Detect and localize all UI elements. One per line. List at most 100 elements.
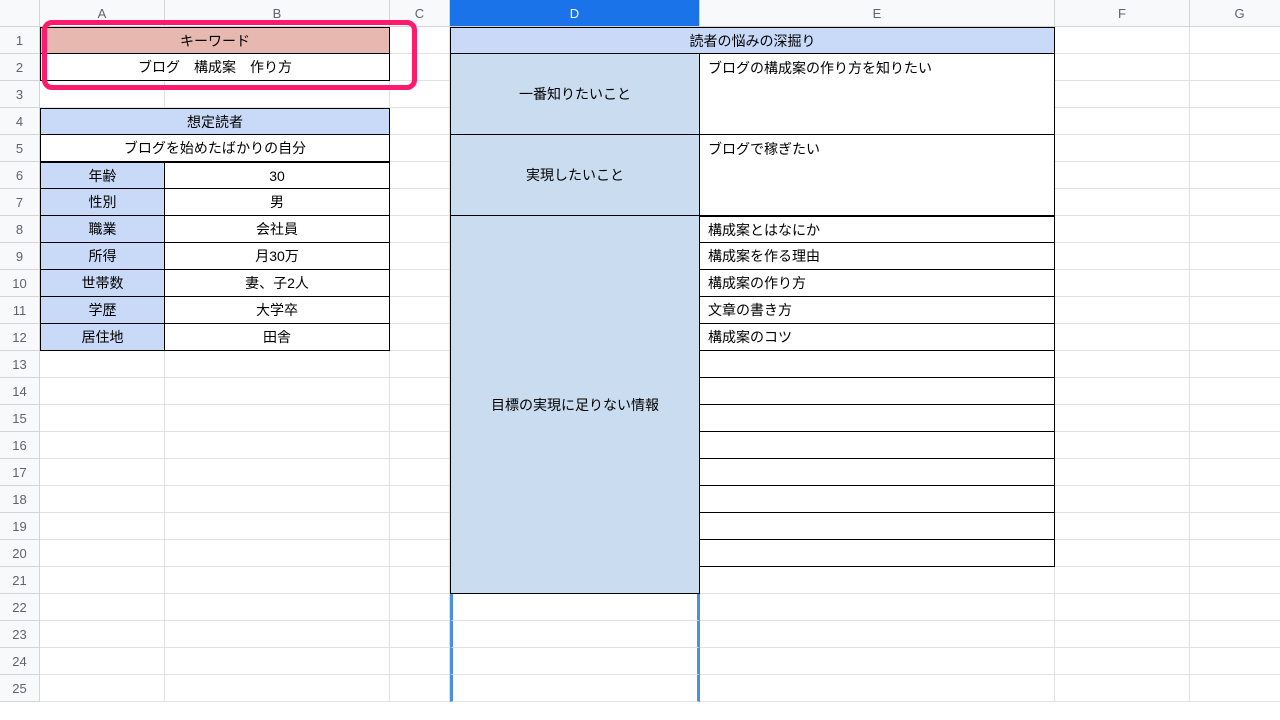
cell-F8[interactable] (1055, 216, 1190, 243)
needs-section1-value[interactable]: ブログの構成案の作り方を知りたい (700, 54, 1055, 81)
cell-A15[interactable] (40, 405, 165, 432)
cell-D24[interactable] (450, 648, 700, 675)
cell-G7[interactable] (1190, 189, 1280, 216)
cell-C1[interactable] (390, 27, 450, 54)
cell-C18[interactable] (390, 486, 450, 513)
keyword-value[interactable]: ブログ 構成案 作り方 (40, 54, 390, 81)
cell-C8[interactable] (390, 216, 450, 243)
cell-G13[interactable] (1190, 351, 1280, 378)
row-header-22[interactable]: 22 (0, 594, 40, 621)
cell-G17[interactable] (1190, 459, 1280, 486)
cell-F21[interactable] (1055, 567, 1190, 594)
cell-G9[interactable] (1190, 243, 1280, 270)
cell-G19[interactable] (1190, 513, 1280, 540)
row-header-11[interactable]: 11 (0, 297, 40, 324)
cell-A24[interactable] (40, 648, 165, 675)
cell-F1[interactable] (1055, 27, 1190, 54)
row-header-14[interactable]: 14 (0, 378, 40, 405)
cell-G24[interactable] (1190, 648, 1280, 675)
cell-G3[interactable] (1190, 81, 1280, 108)
cell-F7[interactable] (1055, 189, 1190, 216)
cell-F11[interactable] (1055, 297, 1190, 324)
cell-A17[interactable] (40, 459, 165, 486)
cell-F17[interactable] (1055, 459, 1190, 486)
cell-A19[interactable] (40, 513, 165, 540)
cell-C5[interactable] (390, 135, 450, 162)
cell-F18[interactable] (1055, 486, 1190, 513)
cell-A20[interactable] (40, 540, 165, 567)
cell-C14[interactable] (390, 378, 450, 405)
row-header-5[interactable]: 5 (0, 135, 40, 162)
cell-G16[interactable] (1190, 432, 1280, 459)
needs-missing-row-19[interactable] (700, 513, 1055, 540)
cell-D22[interactable] (450, 594, 700, 621)
cell-B24[interactable] (165, 648, 390, 675)
cell-G20[interactable] (1190, 540, 1280, 567)
row-header-20[interactable]: 20 (0, 540, 40, 567)
cell-G23[interactable] (1190, 621, 1280, 648)
cell-C21[interactable] (390, 567, 450, 594)
cell-B13[interactable] (165, 351, 390, 378)
cell-F20[interactable] (1055, 540, 1190, 567)
row-header-21[interactable]: 21 (0, 567, 40, 594)
row-header-3[interactable]: 3 (0, 81, 40, 108)
cell-C25[interactable] (390, 675, 450, 702)
cell-A21[interactable] (40, 567, 165, 594)
cell-B3[interactable] (165, 81, 390, 108)
needs-missing-row-12[interactable]: 構成案のコツ (700, 324, 1055, 351)
cell-A18[interactable] (40, 486, 165, 513)
row-header-2[interactable]: 2 (0, 54, 40, 81)
cell-G11[interactable] (1190, 297, 1280, 324)
profile-label-7[interactable]: 性別 (40, 189, 165, 216)
cell-C13[interactable] (390, 351, 450, 378)
needs-missing-row-9[interactable]: 構成案を作る理由 (700, 243, 1055, 270)
cell-G2[interactable] (1190, 54, 1280, 81)
cell-G8[interactable] (1190, 216, 1280, 243)
cell-C17[interactable] (390, 459, 450, 486)
cell-C11[interactable] (390, 297, 450, 324)
row-header-24[interactable]: 24 (0, 648, 40, 675)
cell-E23[interactable] (700, 621, 1055, 648)
cell-A22[interactable] (40, 594, 165, 621)
row-header-8[interactable]: 8 (0, 216, 40, 243)
needs-missing-row-15[interactable] (700, 405, 1055, 432)
row-header-23[interactable]: 23 (0, 621, 40, 648)
cell-G4[interactable] (1190, 108, 1280, 135)
profile-label-6[interactable]: 年齢 (40, 162, 165, 189)
cell-G22[interactable] (1190, 594, 1280, 621)
cell-F5[interactable] (1055, 135, 1190, 162)
column-header-C[interactable]: C (390, 0, 450, 27)
cell-B21[interactable] (165, 567, 390, 594)
needs-section2-value[interactable]: ブログで稼ぎたい (700, 135, 1055, 162)
cell-C19[interactable] (390, 513, 450, 540)
cell-C12[interactable] (390, 324, 450, 351)
cell-B22[interactable] (165, 594, 390, 621)
cell-G18[interactable] (1190, 486, 1280, 513)
cell-A13[interactable] (40, 351, 165, 378)
cell-C3[interactable] (390, 81, 450, 108)
cell-B17[interactable] (165, 459, 390, 486)
profile-value-7[interactable]: 男 (165, 189, 390, 216)
needs-missing-row-16[interactable] (700, 432, 1055, 459)
cell-B15[interactable] (165, 405, 390, 432)
cell-C10[interactable] (390, 270, 450, 297)
cell-G6[interactable] (1190, 162, 1280, 189)
cell-F15[interactable] (1055, 405, 1190, 432)
row-header-19[interactable]: 19 (0, 513, 40, 540)
cell-F13[interactable] (1055, 351, 1190, 378)
needs-missing-row-11[interactable]: 文章の書き方 (700, 297, 1055, 324)
profile-value-9[interactable]: 月30万 (165, 243, 390, 270)
cell-D25[interactable] (450, 675, 700, 702)
cell-F14[interactable] (1055, 378, 1190, 405)
needs-missing-row-8[interactable]: 構成案とはなにか (700, 216, 1055, 243)
cell-C15[interactable] (390, 405, 450, 432)
cell-C23[interactable] (390, 621, 450, 648)
needs-missing-row-18[interactable] (700, 486, 1055, 513)
column-header-E[interactable]: E (700, 0, 1055, 27)
cell-D23[interactable] (450, 621, 700, 648)
cell-G25[interactable] (1190, 675, 1280, 702)
column-header-A[interactable]: A (40, 0, 165, 27)
cell-B25[interactable] (165, 675, 390, 702)
row-header-10[interactable]: 10 (0, 270, 40, 297)
cell-B20[interactable] (165, 540, 390, 567)
